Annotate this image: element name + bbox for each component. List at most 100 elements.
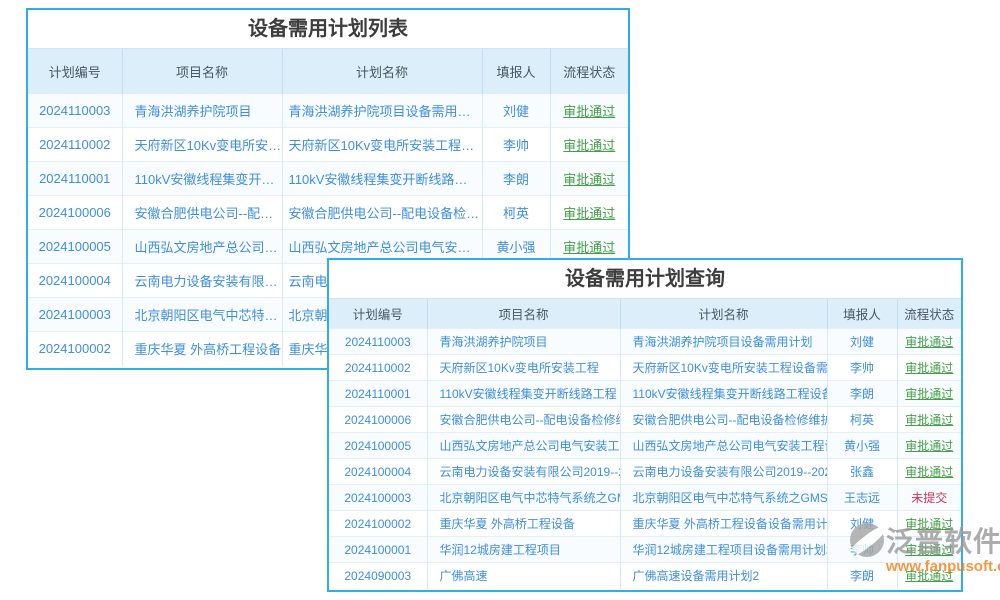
- vendor-watermark: 泛普软件 www.fanpusoft.com: [850, 520, 1000, 575]
- cell-reporter: 刘健: [482, 94, 550, 128]
- cell-plan-name[interactable]: 重庆华夏 外高桥工程设备设备需用计划: [620, 511, 827, 537]
- col-header-status: 流程状态: [897, 299, 961, 329]
- cell-project-name[interactable]: 山西弘文房地产总公司电气安装工程: [122, 230, 282, 264]
- cell-reporter: 刘健: [827, 329, 897, 355]
- fanpu-logo-icon: [850, 523, 884, 557]
- cell-reporter: 李帅: [482, 128, 550, 162]
- cell-project-name[interactable]: 110kV安徽线程集变开断线路工程: [427, 381, 620, 407]
- table-row[interactable]: 2024100005 山西弘文房地产总公司电气安装工程 山西弘文房地产总公司电气…: [329, 433, 961, 459]
- cell-plan-id[interactable]: 2024100002: [329, 511, 427, 537]
- cell-project-name[interactable]: 天府新区10Kv变电所安装工程: [427, 355, 620, 381]
- cell-plan-name[interactable]: 110kV安徽线程集变开断线路工程设备需用计划: [282, 162, 482, 196]
- cell-reporter: 李朗: [827, 381, 897, 407]
- cell-reporter: 张鑫: [827, 459, 897, 485]
- col-header-project: 项目名称: [427, 299, 620, 329]
- cell-plan-id[interactable]: 2024110002: [329, 355, 427, 381]
- cell-reporter: 李朗: [482, 162, 550, 196]
- cell-plan-id[interactable]: 2024100001: [329, 537, 427, 563]
- cell-project-name[interactable]: 华润12城房建工程项目: [427, 537, 620, 563]
- table-row[interactable]: 2024100006 安徽合肥供电公司--配电设备检修维护 安徽合肥供电公司--…: [329, 407, 961, 433]
- cell-status[interactable]: 审批通过: [550, 94, 628, 128]
- cell-plan-id[interactable]: 2024100003: [329, 485, 427, 511]
- watermark-url: www.fanpusoft.com: [886, 558, 1000, 575]
- col-header-reporter: 填报人: [482, 49, 550, 94]
- cell-reporter: 王志远: [827, 485, 897, 511]
- cell-plan-name[interactable]: 青海洪湖养护院项目设备需用计划: [282, 94, 482, 128]
- cell-plan-id[interactable]: 2024090003: [329, 563, 427, 589]
- cell-project-name[interactable]: 山西弘文房地产总公司电气安装工程: [427, 433, 620, 459]
- cell-plan-id[interactable]: 2024100006: [28, 196, 122, 230]
- watermark-brand: 泛普软件: [886, 520, 1000, 560]
- col-header-plan-id: 计划编号: [28, 49, 122, 94]
- cell-plan-id[interactable]: 2024100005: [329, 433, 427, 459]
- plan-query-header-row: 计划编号 项目名称 计划名称 填报人 流程状态: [329, 299, 961, 329]
- cell-status[interactable]: 审批通过: [897, 407, 961, 433]
- cell-plan-id[interactable]: 2024100003: [28, 298, 122, 332]
- col-header-plan-name: 计划名称: [282, 49, 482, 94]
- table-row[interactable]: 2024100004 云南电力设备安装有限公司2019--2020 云南电力设备…: [329, 459, 961, 485]
- cell-status[interactable]: 审批通过: [897, 355, 961, 381]
- cell-plan-id[interactable]: 2024100004: [329, 459, 427, 485]
- cell-project-name[interactable]: 重庆华夏 外高桥工程设备: [122, 332, 282, 366]
- table-row[interactable]: 2024110001 110kV安徽线程集变开断线路工程 110kV安徽线程集变…: [329, 381, 961, 407]
- cell-project-name[interactable]: 北京朝阳区电气中芯特气系统之GMS系统: [427, 485, 620, 511]
- cell-plan-id[interactable]: 2024110002: [28, 128, 122, 162]
- cell-status[interactable]: 审批通过: [550, 162, 628, 196]
- cell-project-name[interactable]: 重庆华夏 外高桥工程设备: [427, 511, 620, 537]
- cell-project-name[interactable]: 广佛高速: [427, 563, 620, 589]
- cell-status[interactable]: 审批通过: [897, 329, 961, 355]
- cell-plan-name[interactable]: 青海洪湖养护院项目设备需用计划: [620, 329, 827, 355]
- cell-plan-name[interactable]: 安徽合肥供电公司--配电设备检修维护设备需用计划: [620, 407, 827, 433]
- cell-status[interactable]: 审批通过: [897, 381, 961, 407]
- cell-reporter: 柯英: [827, 407, 897, 433]
- cell-project-name[interactable]: 云南电力设备安装有限公司2019--2020: [122, 264, 282, 298]
- cell-project-name[interactable]: 安徽合肥供电公司--配电设备检修维护: [122, 196, 282, 230]
- col-header-plan-name: 计划名称: [620, 299, 827, 329]
- cell-plan-name[interactable]: 安徽合肥供电公司--配电设备检修维护设备需用计划: [282, 196, 482, 230]
- cell-project-name[interactable]: 青海洪湖养护院项目: [122, 94, 282, 128]
- table-row[interactable]: 2024110001 110kV安徽线程集变开断线路工程 110kV安徽线程集变…: [28, 162, 628, 196]
- screen: 设备需用计划列表 计划编号 项目名称 计划名称 填报人 流程状态 2024110…: [0, 0, 1000, 600]
- cell-project-name[interactable]: 安徽合肥供电公司--配电设备检修维护: [427, 407, 620, 433]
- cell-plan-name[interactable]: 华润12城房建工程项目设备需用计划2: [620, 537, 827, 563]
- cell-reporter: 柯英: [482, 196, 550, 230]
- table-row[interactable]: 2024110003 青海洪湖养护院项目 青海洪湖养护院项目设备需用计划 刘健 …: [28, 94, 628, 128]
- cell-plan-id[interactable]: 2024110003: [28, 94, 122, 128]
- cell-plan-id[interactable]: 2024110001: [329, 381, 427, 407]
- plan-query-title: 设备需用计划查询: [329, 260, 961, 298]
- col-header-project: 项目名称: [122, 49, 282, 94]
- cell-status[interactable]: 审批通过: [550, 128, 628, 162]
- cell-plan-name[interactable]: 110kV安徽线程集变开断线路工程设备需用计划: [620, 381, 827, 407]
- cell-status[interactable]: 未提交: [897, 485, 961, 511]
- cell-reporter: 黄小强: [827, 433, 897, 459]
- table-row[interactable]: 2024110003 青海洪湖养护院项目 青海洪湖养护院项目设备需用计划 刘健 …: [329, 329, 961, 355]
- cell-plan-id[interactable]: 2024110003: [329, 329, 427, 355]
- cell-plan-id[interactable]: 2024100006: [329, 407, 427, 433]
- cell-reporter: 李帅: [827, 355, 897, 381]
- cell-plan-name[interactable]: 北京朝阳区电气中芯特气系统之GMS系统设备需用计划: [620, 485, 827, 511]
- cell-status[interactable]: 审批通过: [897, 433, 961, 459]
- cell-plan-id[interactable]: 2024100004: [28, 264, 122, 298]
- cell-project-name[interactable]: 云南电力设备安装有限公司2019--2020: [427, 459, 620, 485]
- cell-plan-name[interactable]: 云南电力设备安装有限公司2019--2020设备需用计划: [620, 459, 827, 485]
- cell-project-name[interactable]: 北京朝阳区电气中芯特气系统之GMS系统: [122, 298, 282, 332]
- col-header-plan-id: 计划编号: [329, 299, 427, 329]
- table-row[interactable]: 2024110002 天府新区10Kv变电所安装工程 天府新区10Kv变电所安装…: [329, 355, 961, 381]
- plan-list-title: 设备需用计划列表: [28, 10, 628, 48]
- cell-plan-id[interactable]: 2024110001: [28, 162, 122, 196]
- cell-project-name[interactable]: 天府新区10Kv变电所安装工程: [122, 128, 282, 162]
- cell-plan-name[interactable]: 天府新区10Kv变电所安装工程设备需用计划: [620, 355, 827, 381]
- cell-plan-id[interactable]: 2024100002: [28, 332, 122, 366]
- cell-status[interactable]: 审批通过: [550, 196, 628, 230]
- table-row[interactable]: 2024110002 天府新区10Kv变电所安装工程 天府新区10Kv变电所安装…: [28, 128, 628, 162]
- plan-list-header-row: 计划编号 项目名称 计划名称 填报人 流程状态: [28, 49, 628, 94]
- cell-plan-name[interactable]: 广佛高速设备需用计划2: [620, 563, 827, 589]
- cell-plan-name[interactable]: 天府新区10Kv变电所安装工程设备需用计划: [282, 128, 482, 162]
- cell-status[interactable]: 审批通过: [897, 459, 961, 485]
- table-row[interactable]: 2024100006 安徽合肥供电公司--配电设备检修维护 安徽合肥供电公司--…: [28, 196, 628, 230]
- cell-project-name[interactable]: 110kV安徽线程集变开断线路工程: [122, 162, 282, 196]
- table-row[interactable]: 2024100003 北京朝阳区电气中芯特气系统之GMS系统 北京朝阳区电气中芯…: [329, 485, 961, 511]
- cell-plan-name[interactable]: 山西弘文房地产总公司电气安装工程设备需用计划: [620, 433, 827, 459]
- cell-project-name[interactable]: 青海洪湖养护院项目: [427, 329, 620, 355]
- cell-plan-id[interactable]: 2024100005: [28, 230, 122, 264]
